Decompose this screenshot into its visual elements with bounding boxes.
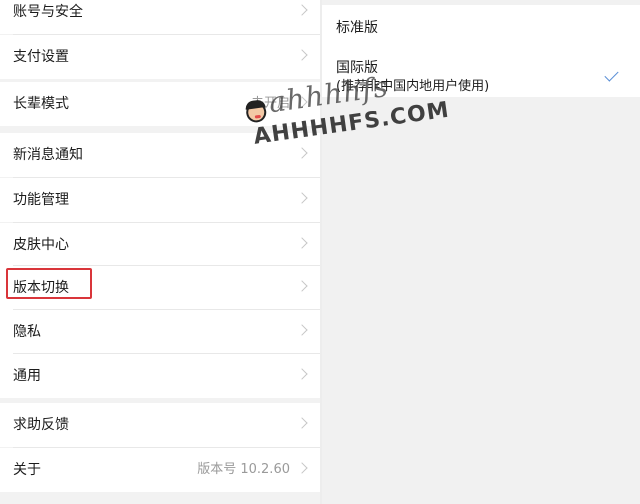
- settings-item-label: 求助反馈: [13, 417, 69, 433]
- settings-item-label: 账号与安全: [13, 4, 83, 20]
- chevron-right-icon: [296, 368, 308, 380]
- chevron-right-icon: [296, 417, 308, 429]
- settings-item-label: 新消息通知: [13, 147, 83, 163]
- settings-item-privacy[interactable]: 隐私: [0, 310, 320, 354]
- settings-item-about[interactable]: 关于 版本号 10.2.60: [0, 448, 320, 492]
- check-icon: [604, 67, 619, 82]
- chevron-right-icon: [296, 4, 308, 16]
- chevron-right-icon: [296, 462, 308, 474]
- mascot-icon: [244, 101, 268, 124]
- settings-item-label: 功能管理: [13, 192, 69, 208]
- settings-item-label: 关于: [13, 462, 41, 478]
- settings-item-help-feedback[interactable]: 求助反馈: [0, 403, 320, 447]
- settings-item-label: 隐私: [13, 324, 41, 340]
- settings-item-account-security[interactable]: 账号与安全: [0, 0, 320, 34]
- chevron-right-icon: [296, 237, 308, 249]
- settings-panel: 账号与安全 支付设置 长辈模式 未开启 新消息通知 功能管理 皮肤中心 版本切换…: [0, 0, 320, 504]
- settings-item-label: 长辈模式: [13, 96, 69, 112]
- settings-item-skin-center[interactable]: 皮肤中心: [0, 223, 320, 267]
- settings-item-feature-management[interactable]: 功能管理: [0, 178, 320, 222]
- settings-item-label: 支付设置: [13, 49, 69, 65]
- chevron-right-icon: [296, 324, 308, 336]
- settings-item-label: 通用: [13, 368, 41, 384]
- settings-item-general[interactable]: 通用: [0, 354, 320, 398]
- chevron-right-icon: [296, 280, 308, 292]
- chevron-right-icon: [296, 192, 308, 204]
- chevron-right-icon: [296, 49, 308, 61]
- option-standard[interactable]: 标准版: [336, 17, 378, 37]
- settings-item-label: 皮肤中心: [13, 237, 69, 253]
- app-version: 版本号 10.2.60: [197, 462, 290, 477]
- settings-item-payment[interactable]: 支付设置: [0, 35, 320, 79]
- highlight-annotation: [6, 268, 92, 299]
